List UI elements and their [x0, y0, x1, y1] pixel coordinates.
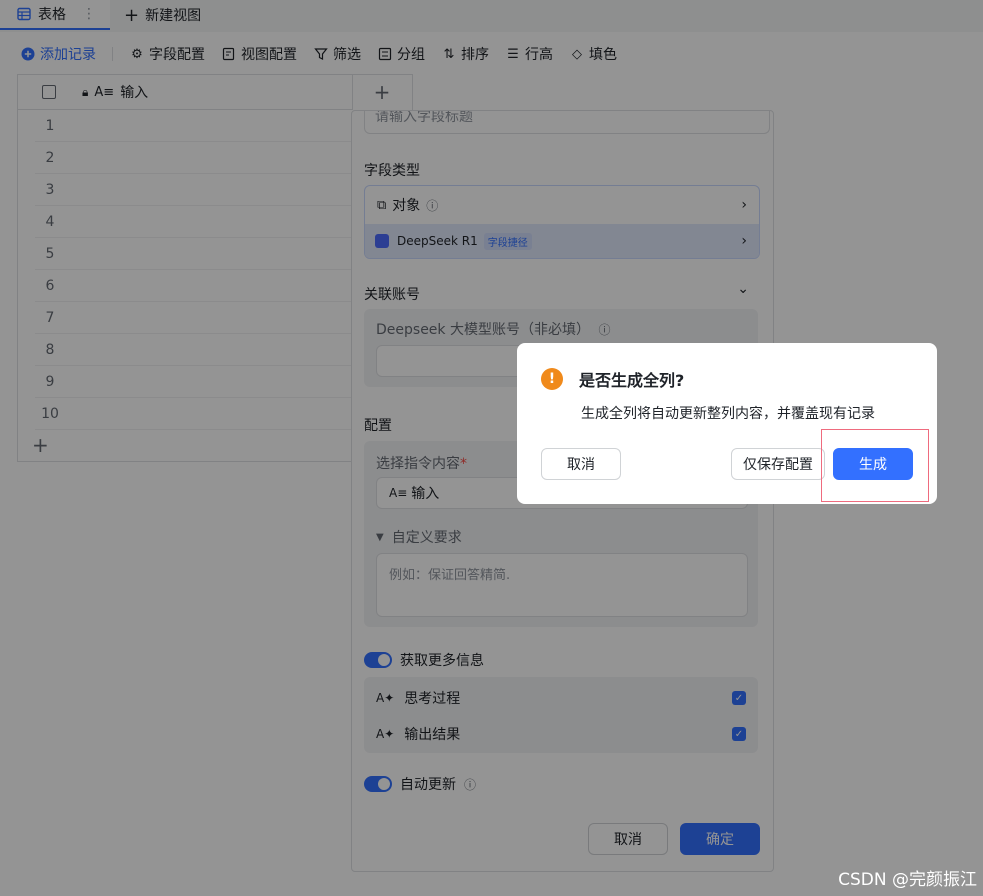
warning-icon: ! [541, 368, 563, 390]
dialog-header: ! 是否生成全列? [541, 367, 684, 391]
save-config-only-button[interactable]: 仅保存配置 [731, 448, 825, 480]
dialog-title: 是否生成全列? [579, 371, 685, 390]
watermark: CSDN @完颜振江 [838, 870, 977, 890]
dialog-cancel-button[interactable]: 取消 [541, 448, 621, 480]
dialog-body: 生成全列将自动更新整列内容，并覆盖现有记录 [581, 406, 875, 422]
annotation-highlight-box [821, 429, 929, 502]
